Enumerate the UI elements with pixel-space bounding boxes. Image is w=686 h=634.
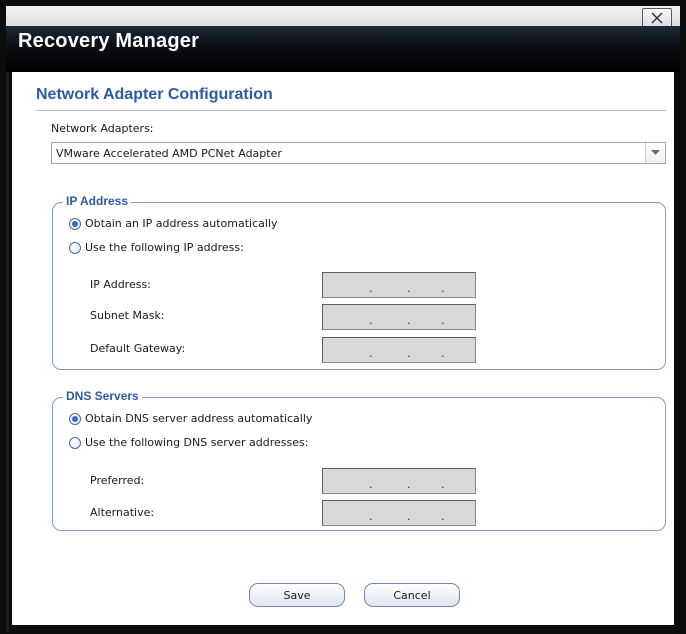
chevron-down-icon [651,150,660,155]
preferred-dns-label: Preferred: [90,474,145,487]
cancel-button[interactable]: Cancel [364,583,460,607]
dns-auto-radio[interactable] [69,412,81,425]
save-button[interactable]: Save [249,583,345,607]
dialog-content: Network Adapter Configuration Network Ad… [12,72,674,625]
ip-manual-radio[interactable] [69,241,81,254]
dns-manual-label: Use the following DNS server addresses: [85,436,309,449]
ip-manual-radio-option[interactable]: Use the following IP address: [69,241,244,254]
network-adapters-label: Network Adapters: [51,122,154,135]
close-icon [651,12,663,24]
radio-selected-dot [72,415,78,422]
dns-servers-group: DNS Servers Obtain DNS server address au… [52,389,666,531]
window-border [6,72,9,632]
ip-address-group-title: IP Address [63,194,132,208]
ip-auto-radio[interactable] [69,217,81,230]
ip-address-field[interactable]: ... [322,272,476,298]
dns-auto-label: Obtain DNS server address automatically [85,412,313,425]
dns-manual-radio-option[interactable]: Use the following DNS server addresses: [69,436,308,449]
ip-auto-radio-option[interactable]: Obtain an IP address automatically [69,217,278,230]
radio-selected-dot [72,220,78,227]
section-title: Network Adapter Configuration [36,86,273,103]
network-adapter-select[interactable]: VMware Accelerated AMD PCNet Adapter [51,142,666,164]
alternative-dns-label: Alternative: [90,506,155,519]
dns-manual-radio[interactable] [69,436,81,449]
dns-servers-group-title: DNS Servers [63,389,142,403]
default-gateway-label: Default Gateway: [90,342,186,355]
network-adapter-value: VMware Accelerated AMD PCNet Adapter [56,146,282,160]
section-divider [36,110,666,111]
dns-auto-radio-option[interactable]: Obtain DNS server address automatically [69,412,312,425]
preferred-dns-field[interactable]: ... [322,468,476,494]
alternative-dns-field[interactable]: ... [322,500,476,526]
subnet-mask-field[interactable]: ... [322,304,476,330]
ip-manual-label: Use the following IP address: [85,241,244,254]
dropdown-toggle[interactable] [645,143,665,163]
close-button[interactable] [642,8,672,28]
default-gateway-field[interactable]: ... [322,337,476,363]
ip-address-label: IP Address: [90,278,151,291]
ip-auto-label: Obtain an IP address automatically [85,217,278,230]
subnet-mask-label: Subnet Mask: [90,309,165,322]
app-title: Recovery Manager [18,30,200,52]
ip-address-group: IP Address Obtain an IP address automati… [52,194,666,370]
recovery-manager-window: Recovery Manager Network Adapter Configu… [0,0,686,634]
